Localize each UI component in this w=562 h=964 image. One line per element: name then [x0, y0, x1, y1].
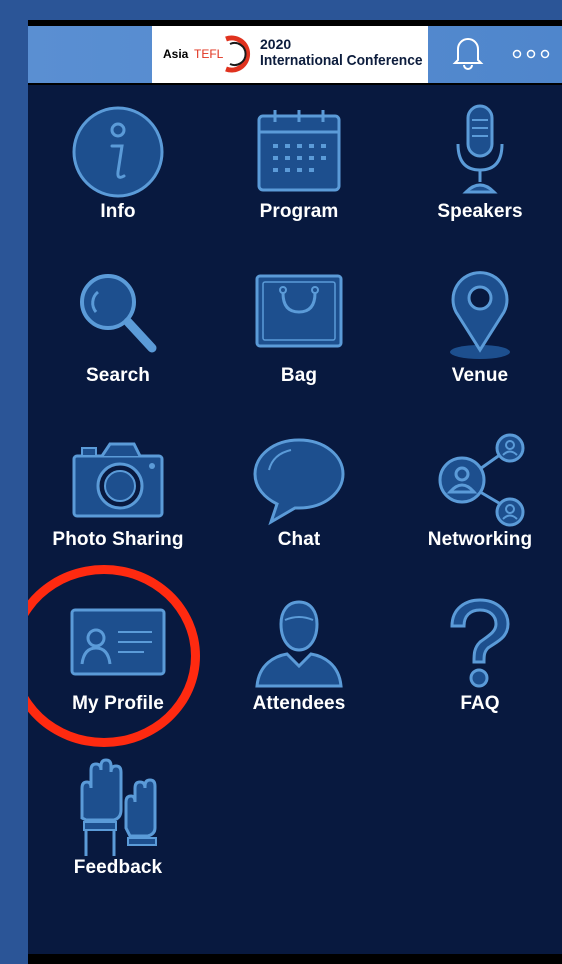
top-frame	[0, 0, 562, 20]
menu-label-attendees: Attendees	[252, 693, 346, 714]
menu-tile-my-profile[interactable]: My Profile	[32, 590, 204, 730]
menu-tile-program[interactable]: Program	[213, 98, 385, 238]
map-pin-icon	[450, 266, 510, 359]
logo-swoosh-icon	[225, 35, 250, 73]
menu-tile-venue[interactable]: Venue	[394, 262, 562, 402]
menu-label-chat: Chat	[277, 529, 321, 550]
magnifier-icon	[68, 266, 168, 366]
raised-hands-icon	[68, 758, 168, 858]
camera-icon	[68, 430, 168, 530]
menu-label-faq: FAQ	[460, 693, 500, 714]
menu-tile-attendees[interactable]: Attendees	[213, 590, 385, 730]
network-icon	[430, 430, 530, 530]
person-icon	[249, 594, 349, 694]
menu-label-bag: Bag	[280, 365, 318, 386]
logo-title: International Conference	[260, 52, 423, 69]
app-header: Asia TEFL 2020 International Conference	[28, 20, 562, 85]
menu-tile-photo-sharing[interactable]: Photo Sharing	[32, 426, 204, 566]
info-icon	[68, 102, 168, 202]
menu-label-my-profile: My Profile	[72, 693, 164, 714]
menu-tile-bag[interactable]: Bag	[213, 262, 385, 402]
menu-tile-faq[interactable]: FAQ	[394, 590, 562, 730]
logo-word-tefl: TEFL	[194, 47, 224, 61]
app-screen: Asia TEFL 2020 International Conference …	[28, 20, 562, 964]
bell-icon[interactable]	[452, 34, 484, 70]
menu-label-networking: Networking	[427, 529, 533, 550]
question-mark-icon	[430, 594, 530, 694]
logo-word-asia: Asia	[163, 47, 189, 61]
more-icon[interactable]	[512, 48, 552, 60]
microphone-icon	[430, 102, 530, 202]
menu-tile-chat[interactable]: Chat	[213, 426, 385, 566]
conference-logo: Asia TEFL 2020 International Conference	[152, 26, 428, 83]
menu-tile-feedback[interactable]: Feedback	[32, 754, 204, 894]
menu-tile-info[interactable]: Info	[32, 98, 204, 238]
menu-label-venue: Venue	[451, 365, 509, 386]
bag-icon	[249, 266, 349, 366]
bottom-bar	[28, 954, 562, 964]
menu-label-info: Info	[100, 201, 136, 222]
menu-tile-networking[interactable]: Networking	[394, 426, 562, 566]
menu-label-search: Search	[86, 365, 150, 386]
id-card-icon	[68, 594, 168, 694]
menu-tile-search[interactable]: Search	[32, 262, 204, 402]
speech-bubble-icon	[249, 430, 349, 530]
menu-label-feedback: Feedback	[73, 857, 163, 878]
logo-year: 2020	[260, 36, 292, 52]
menu-label-program: Program	[259, 201, 339, 222]
menu-label-photo-sharing: Photo Sharing	[52, 529, 184, 550]
calendar-icon	[249, 102, 349, 202]
left-frame	[0, 0, 28, 964]
menu-tile-speakers[interactable]: Speakers	[394, 98, 562, 238]
menu-label-speakers: Speakers	[437, 201, 523, 222]
